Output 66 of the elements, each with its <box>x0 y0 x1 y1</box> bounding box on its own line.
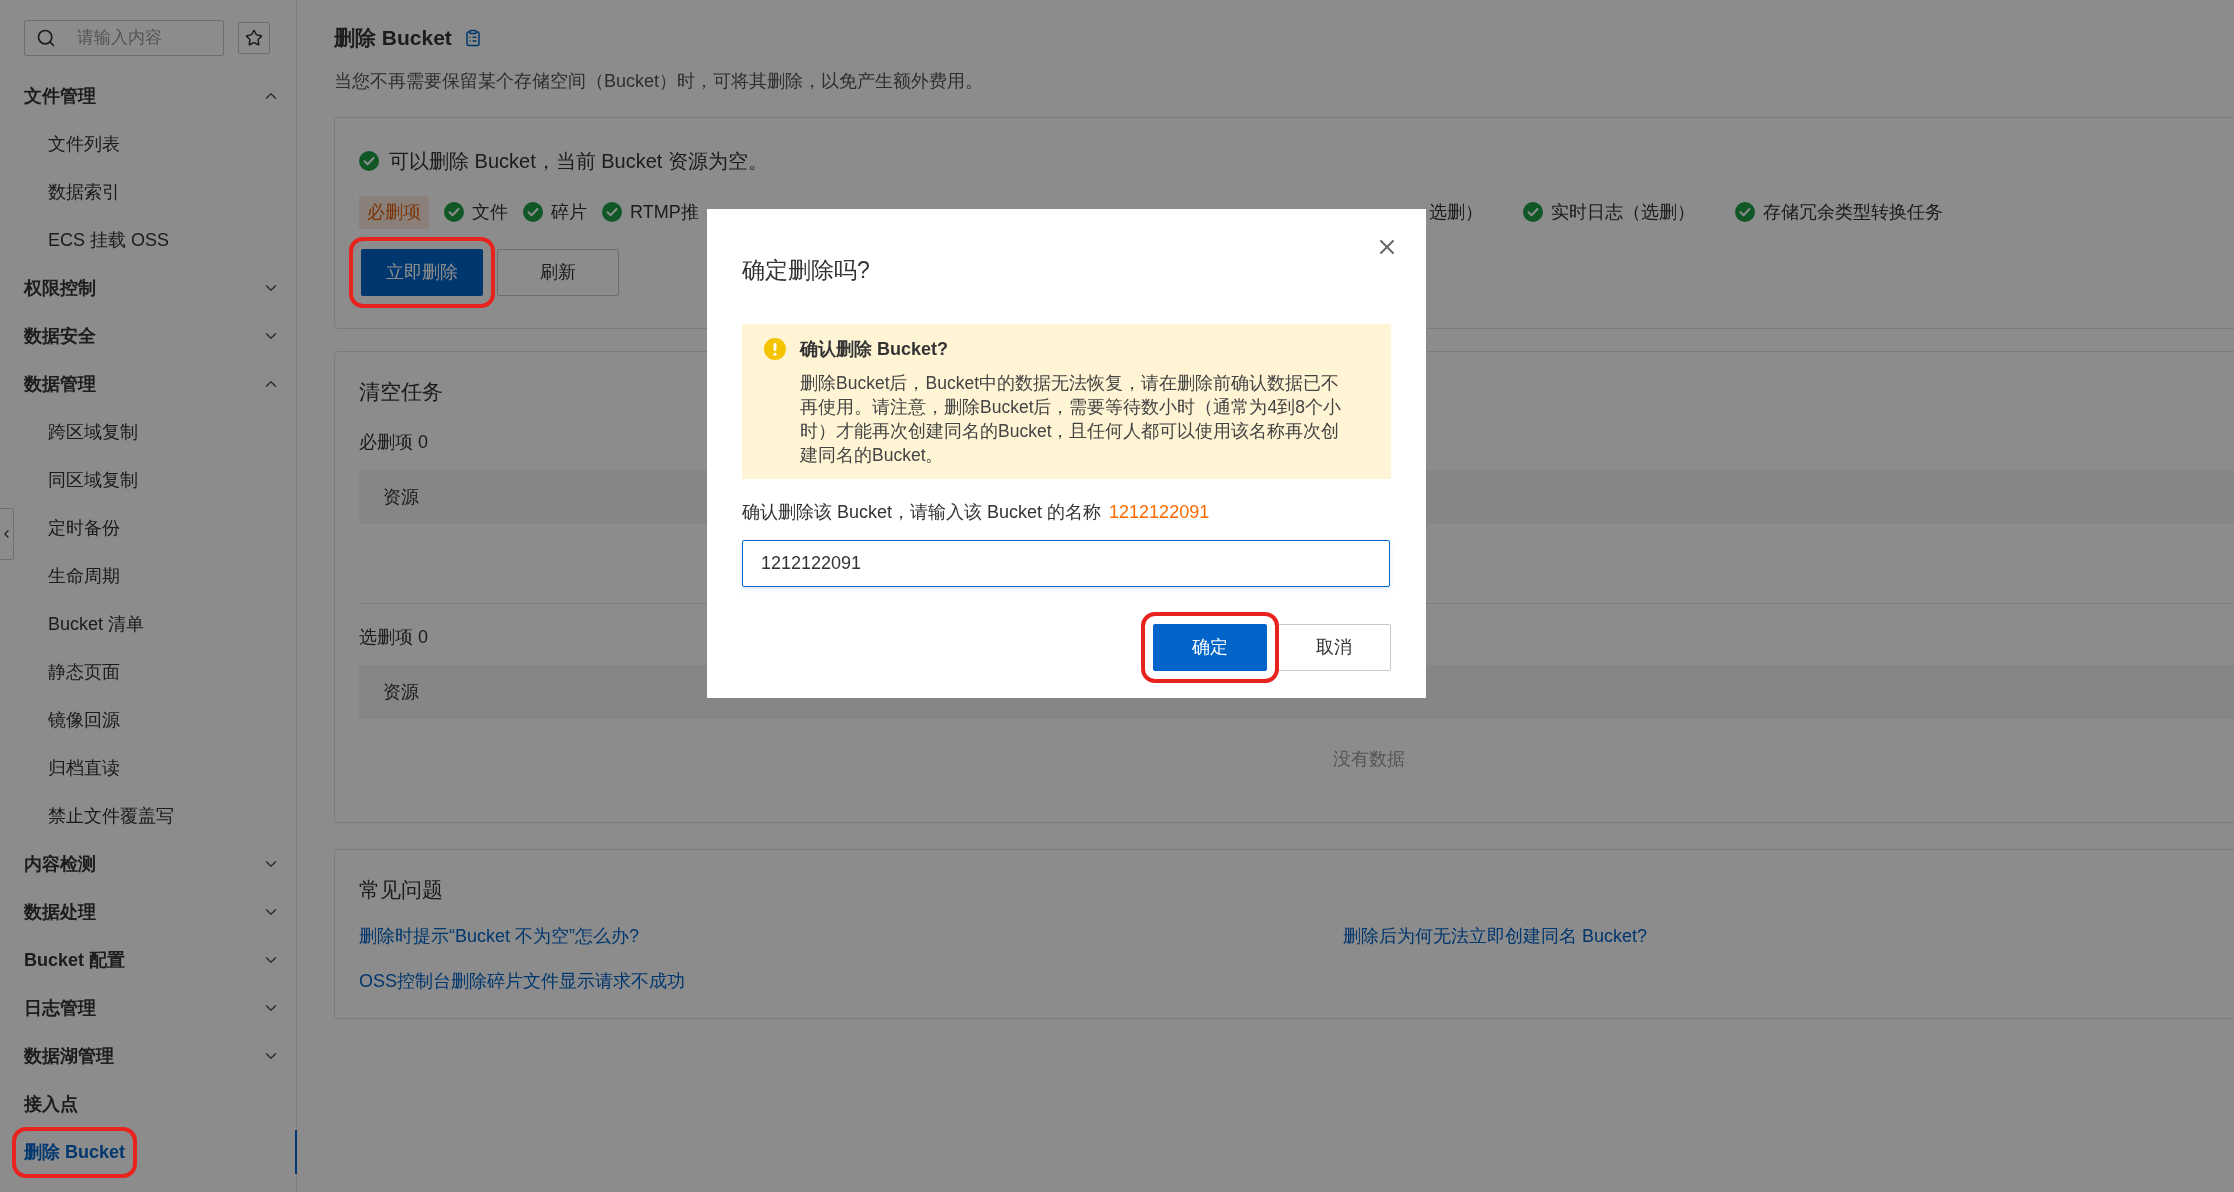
sidebar-item[interactable]: 数据索引 <box>48 181 120 202</box>
secondary-button[interactable]: 取消 <box>1277 623 1391 671</box>
section-label: 必删项 0 <box>359 431 428 454</box>
sidebar-group[interactable]: 数据安全 <box>24 325 96 346</box>
favorite-button[interactable] <box>238 22 270 54</box>
sidebar-item[interactable]: 镜像回源 <box>48 709 120 730</box>
active-indicator <box>295 1130 297 1174</box>
sidebar-group[interactable]: 内容检测 <box>24 853 96 874</box>
page-title: 删除 Bucket <box>334 25 452 51</box>
check-item-label: 碎片 <box>551 200 587 224</box>
status-message: 可以删除 Bucket，当前 Bucket 资源为空。 <box>389 148 768 174</box>
check-item-label: RTMP推 <box>630 200 699 224</box>
secondary-button[interactable]: 刷新 <box>497 248 619 296</box>
sidebar-item[interactable]: 同区域复制 <box>48 469 138 490</box>
sidebar-group[interactable]: 日志管理 <box>24 997 96 1018</box>
sidebar-item[interactable]: 生命周期 <box>48 565 120 586</box>
check-circle-icon <box>1735 202 1755 222</box>
bucket-name: 1212122091 <box>1109 500 1210 524</box>
sidebar-item[interactable]: 静态页面 <box>48 661 120 682</box>
confirm-prompt: 确认删除该 Bucket，请输入该 Bucket 的名称 <box>742 500 1102 524</box>
column-header: 资源 <box>383 485 419 509</box>
check-item-label: 文件 <box>472 200 508 224</box>
sidebar-item[interactable]: Bucket 清单 <box>48 613 145 634</box>
check-circle-icon <box>602 202 622 222</box>
alert-body: 删除Bucket后，Bucket中的数据无法恢复，请在删除前确认数据已不再使用。请注意，删除Bucket后，需要等待数小时（通常为4到8个小时）才能再次创建同名的Bucket，且任何人都可以使用该名称再次创建同名的Bucket。 <box>800 371 1342 467</box>
clipboard-icon[interactable] <box>463 28 482 47</box>
search-icon <box>36 28 56 48</box>
page-description: 当您不再需要保留某个存储空间（Bucket）时，可将其删除，以免产生额外费用。 <box>334 69 985 93</box>
sidebar-group[interactable]: 接入点 <box>24 1093 78 1114</box>
sidebar-item[interactable]: 定时备份 <box>48 517 120 538</box>
warning-icon <box>764 337 786 360</box>
primary-button[interactable]: 立即删除 <box>361 248 483 296</box>
faq-link[interactable]: 删除后为何无法立即创建同名 Bucket? <box>1343 923 2229 950</box>
sidebar-group[interactable]: 数据湖管理 <box>24 1045 114 1066</box>
sidebar-group[interactable]: 权限控制 <box>24 277 96 298</box>
primary-button[interactable]: 确定 <box>1153 623 1267 671</box>
check-circle-icon <box>359 150 379 171</box>
sidebar-group[interactable]: 删除 Bucket <box>24 1141 126 1162</box>
empty-text: 没有数据 <box>1333 747 1405 771</box>
star-icon <box>245 29 263 47</box>
check-circle-icon <box>523 202 543 222</box>
sidebar-group[interactable]: 数据处理 <box>24 901 96 922</box>
input-field[interactable]: 1212122091 <box>742 539 1390 587</box>
faq-link[interactable]: 删除时提示“Bucket 不为空”怎么办? <box>359 923 1343 950</box>
check-circle-icon <box>444 202 464 222</box>
check-item-label: 选删） <box>1429 200 1483 224</box>
section-title: 清空任务 <box>359 378 443 405</box>
sidebar-item[interactable]: 禁止文件覆盖写 <box>48 805 174 826</box>
sidebar-item[interactable]: 跨区域复制 <box>48 421 138 442</box>
sidebar-item[interactable]: 文件列表 <box>48 133 120 154</box>
check-circle-icon <box>1523 202 1543 222</box>
alert-title: 确认删除 Bucket? <box>800 337 950 361</box>
check-item-label: 实时日志（选删） <box>1551 200 1695 224</box>
section-title: 常见问题 <box>359 876 443 903</box>
section-label: 选删项 0 <box>359 626 428 649</box>
search-field[interactable]: 请输入内容 <box>24 20 224 56</box>
faq-link[interactable]: OSS控制台删除碎片文件显示请求不成功 <box>359 968 1343 995</box>
sidebar-group[interactable]: Bucket 配置 <box>24 949 126 970</box>
check-item-label: 存储冗余类型转换任务 <box>1763 200 1943 224</box>
sidebar-item[interactable]: 归档直读 <box>48 757 120 778</box>
sidebar-item[interactable]: ECS 挂载 OSS <box>48 229 170 250</box>
dialog-title: 确定删除吗? <box>742 256 870 285</box>
column-header: 资源 <box>383 680 419 704</box>
sidebar-group[interactable]: 文件管理 <box>24 85 96 106</box>
sidebar-group[interactable]: 数据管理 <box>24 373 96 394</box>
required-tag: 必删项 <box>359 195 429 229</box>
